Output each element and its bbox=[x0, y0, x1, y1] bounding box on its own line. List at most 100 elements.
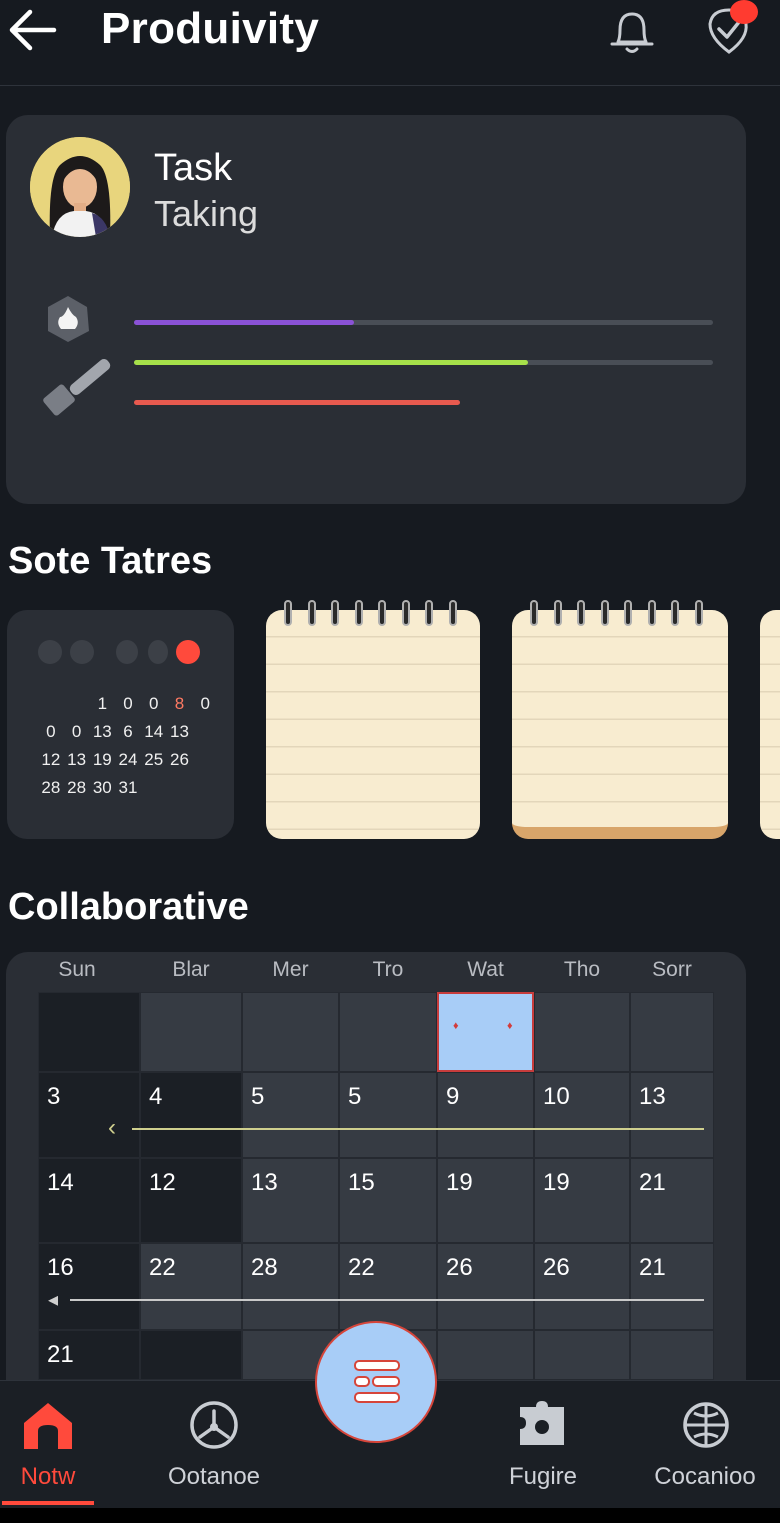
calendar-cell[interactable] bbox=[534, 992, 630, 1072]
day-header: Wat bbox=[467, 958, 504, 981]
day-number: 10 bbox=[543, 1083, 570, 1110]
calendar-cell[interactable]: 26 bbox=[534, 1243, 630, 1330]
day-number: 4 bbox=[149, 1083, 163, 1110]
dot-indicator bbox=[116, 640, 138, 664]
calendar-cell[interactable] bbox=[242, 992, 339, 1072]
spiral-ring bbox=[694, 600, 703, 626]
calendar-cell[interactable]: 21 bbox=[630, 1158, 714, 1243]
calendar-cell[interactable] bbox=[140, 992, 242, 1072]
day-number: 14 bbox=[47, 1169, 74, 1196]
calendar-cell[interactable]: 22 bbox=[140, 1243, 242, 1330]
notification-dot bbox=[730, 0, 758, 24]
mini-calendar-day: 28 bbox=[41, 778, 61, 797]
spiral-ring bbox=[378, 600, 386, 626]
calendar-cell[interactable]: 4 bbox=[140, 1072, 242, 1158]
nav-label: Notw bbox=[20, 1463, 76, 1490]
spiral-ring bbox=[331, 600, 339, 626]
calendar-cell[interactable]: 10 bbox=[534, 1072, 630, 1158]
calendar-cell[interactable]: 15 bbox=[339, 1158, 437, 1243]
spiral-ring bbox=[448, 600, 457, 626]
menu-fab-button[interactable] bbox=[315, 1321, 437, 1443]
calendar-cell[interactable]: 21 bbox=[38, 1330, 140, 1380]
chevron-left-icon[interactable]: ◂ bbox=[48, 1287, 58, 1312]
calendar-cell[interactable]: 22 bbox=[339, 1243, 437, 1330]
notepad-template[interactable] bbox=[512, 600, 728, 839]
nav-item-home[interactable]: Notw bbox=[0, 1381, 96, 1509]
calendar-cell[interactable]: 13 bbox=[242, 1158, 339, 1243]
calendar-cell[interactable]: 21 bbox=[630, 1243, 714, 1330]
back-arrow-icon[interactable] bbox=[6, 6, 58, 54]
mini-calendar-day: 28 bbox=[67, 778, 87, 797]
chevron-left-icon[interactable]: ‹ bbox=[108, 1114, 116, 1142]
list-icon bbox=[354, 1360, 400, 1403]
calendar-cell[interactable]: 5 bbox=[242, 1072, 339, 1158]
mini-calendar-day: 1 bbox=[97, 694, 108, 713]
progress-fill-purple bbox=[134, 320, 355, 325]
mini-calendar-day: 19 bbox=[92, 750, 112, 769]
day-number: 9 bbox=[446, 1083, 460, 1110]
calendar-cell[interactable]: 19 bbox=[437, 1158, 534, 1243]
calendar-cell[interactable] bbox=[339, 992, 437, 1072]
nav-item-ootanoe[interactable]: Ootanoe bbox=[150, 1381, 278, 1509]
compass-icon bbox=[188, 1399, 240, 1456]
spiral-ring bbox=[553, 600, 562, 626]
notepad-template[interactable] bbox=[266, 600, 480, 839]
day-header: Sun bbox=[58, 958, 96, 981]
app-header: Produivity bbox=[0, 0, 780, 86]
spiral-ring bbox=[425, 600, 433, 626]
nav-label: Fugire bbox=[508, 1463, 578, 1490]
event-marker-icon: ♦ bbox=[453, 1020, 459, 1032]
day-number: 13 bbox=[639, 1083, 666, 1110]
day-number: 19 bbox=[446, 1169, 473, 1196]
day-number: 12 bbox=[149, 1169, 176, 1196]
event-span-line bbox=[70, 1299, 704, 1301]
mini-calendar-row: 10080 bbox=[38, 690, 218, 718]
calendar-cell[interactable]: 19 bbox=[534, 1158, 630, 1243]
mini-calendar-day bbox=[64, 690, 90, 718]
notepad-template-partial[interactable] bbox=[760, 610, 780, 839]
mini-calendar-row: 0 0 13 6 14 13 bbox=[38, 718, 218, 746]
calendar-cell[interactable] bbox=[630, 1330, 714, 1380]
calendar-cell[interactable]: 26 bbox=[437, 1243, 534, 1330]
day-number: 22 bbox=[149, 1254, 176, 1281]
mini-calendar-day: 0 bbox=[71, 722, 82, 741]
event-marker-icon: ♦ bbox=[507, 1020, 513, 1032]
progress-bar-purple bbox=[134, 320, 713, 325]
calendar-cell[interactable]: 28 bbox=[242, 1243, 339, 1330]
day-header: Sorr bbox=[652, 958, 692, 981]
calendar-cell[interactable]: 13 bbox=[630, 1072, 714, 1158]
calendar-cell[interactable]: 5 bbox=[339, 1072, 437, 1158]
calendar-cell[interactable] bbox=[38, 992, 140, 1072]
mini-calendar-day: 13 bbox=[67, 750, 87, 769]
spiral-ring bbox=[600, 600, 609, 626]
spiral-ring bbox=[624, 600, 632, 626]
templates-title: Sote Tatres bbox=[8, 540, 213, 582]
calendar-cell[interactable] bbox=[140, 1330, 242, 1380]
calendar-cell[interactable]: 14 bbox=[38, 1158, 140, 1243]
avatar bbox=[30, 137, 130, 237]
calendar-cell[interactable]: 12 bbox=[140, 1158, 242, 1243]
globe-icon bbox=[680, 1399, 732, 1456]
nav-item-fugire[interactable]: Fugire bbox=[480, 1381, 606, 1509]
calendar-cell[interactable] bbox=[534, 1330, 630, 1380]
spiral-ring bbox=[671, 600, 679, 626]
day-number: 26 bbox=[446, 1254, 473, 1281]
spiral-ring bbox=[530, 600, 538, 626]
day-number: 22 bbox=[348, 1254, 375, 1281]
spiral-ring bbox=[307, 600, 316, 626]
day-number: 5 bbox=[348, 1083, 362, 1110]
day-number: 26 bbox=[543, 1254, 570, 1281]
calendar-cell[interactable]: 3 bbox=[38, 1072, 140, 1158]
progress-bar-green bbox=[134, 360, 713, 365]
calendar-cell[interactable]: 9 bbox=[437, 1072, 534, 1158]
home-icon bbox=[20, 1399, 76, 1456]
bell-icon[interactable] bbox=[606, 4, 658, 58]
progress-fill-red bbox=[134, 400, 460, 405]
calendar-cell[interactable] bbox=[630, 992, 714, 1072]
selected-calendar-cell[interactable]: ♦ ♦ bbox=[437, 992, 534, 1072]
progress-fill-green bbox=[134, 360, 528, 365]
task-card[interactable]: Task Taking bbox=[6, 115, 746, 504]
mini-calendar-day: 13 bbox=[169, 722, 189, 741]
nav-item-cocanioo[interactable]: Cocanioo bbox=[640, 1381, 770, 1509]
calendar-cell[interactable] bbox=[437, 1330, 534, 1380]
